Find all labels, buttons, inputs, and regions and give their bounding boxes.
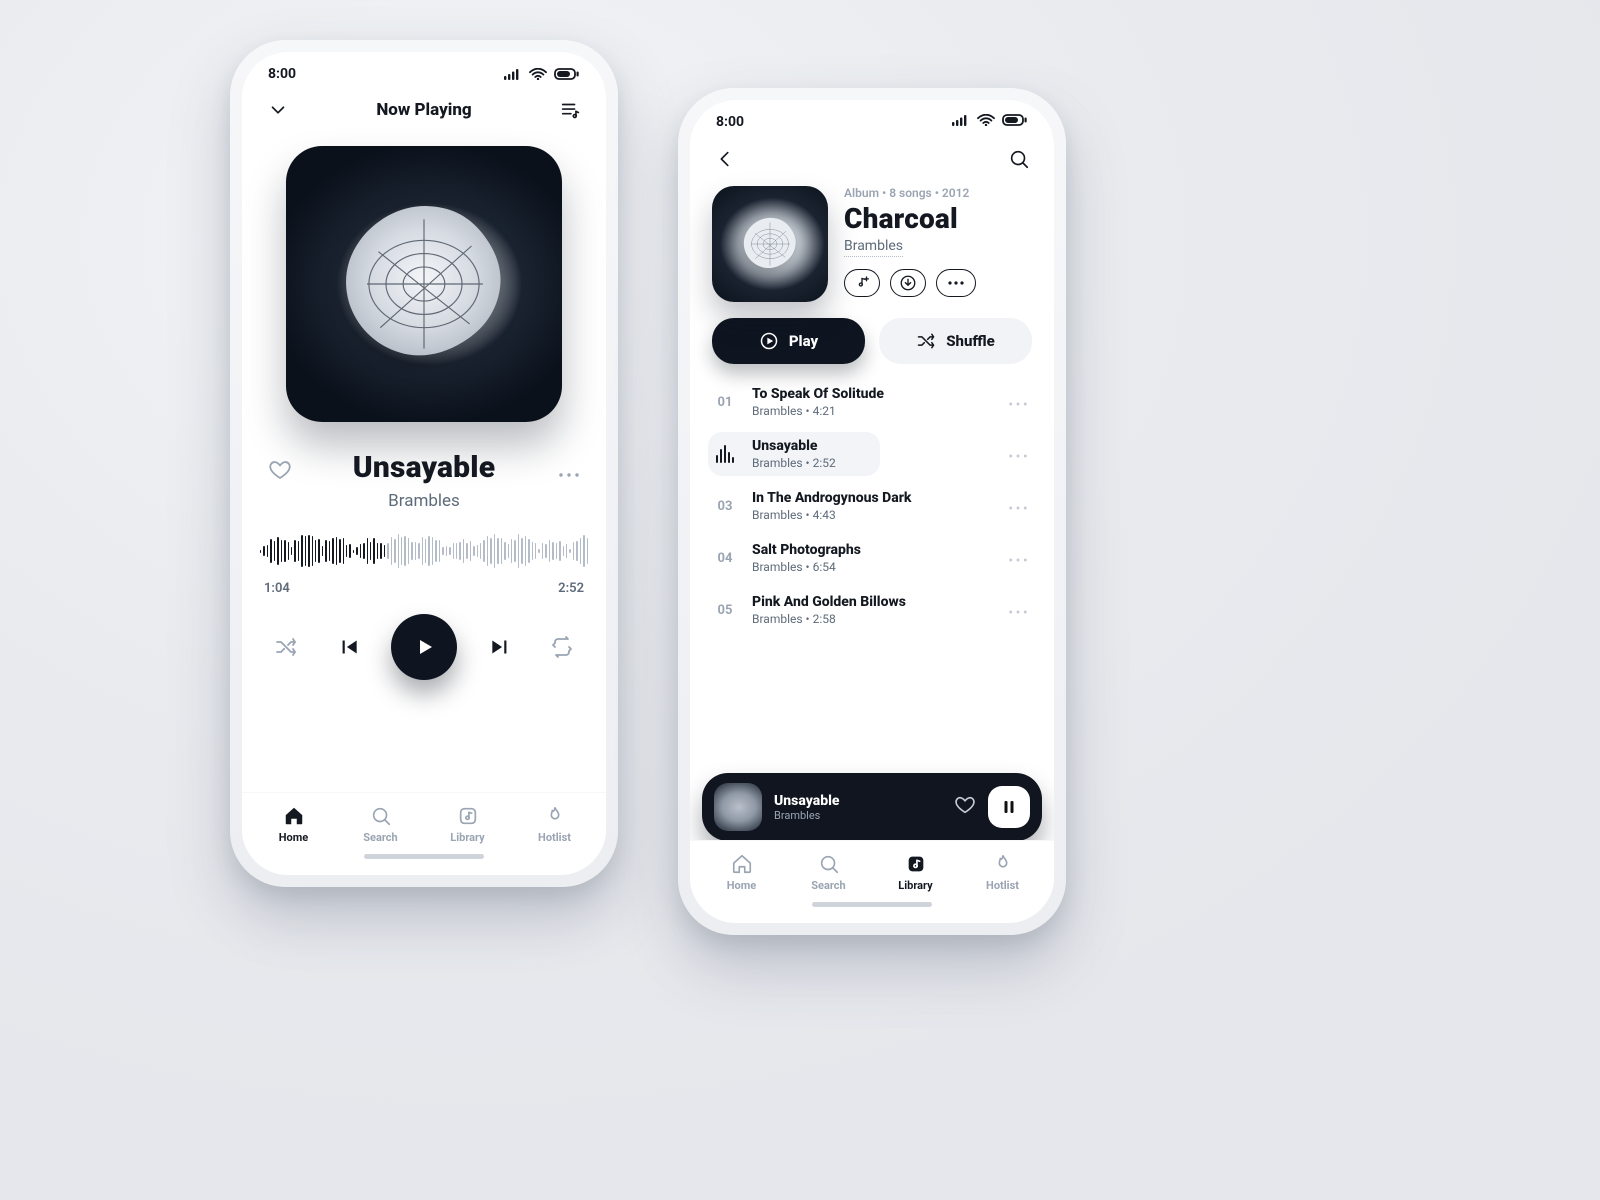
tab-home-label: Home	[250, 831, 337, 844]
previous-button[interactable]	[330, 629, 366, 665]
page-title: Now Playing	[292, 100, 556, 120]
track-title: Pink And Golden Billows	[752, 594, 906, 610]
tab-search[interactable]: Search	[785, 853, 872, 892]
tab-library[interactable]: Library	[872, 853, 959, 892]
track-artist[interactable]: Brambles	[266, 491, 582, 511]
queue-button[interactable]	[556, 96, 584, 124]
mini-art	[714, 783, 762, 831]
track-more-button[interactable]	[1008, 601, 1032, 620]
tab-search-label: Search	[785, 879, 872, 892]
track-more-button[interactable]	[1008, 445, 1032, 464]
track-row[interactable]: 05 Pink And Golden Billows Brambles • 2:58	[700, 584, 1044, 636]
status-bar: 8:00	[242, 52, 606, 88]
more-button[interactable]	[936, 269, 976, 297]
home-indicator[interactable]	[364, 854, 484, 859]
collapse-button[interactable]	[264, 96, 292, 124]
search-button[interactable]	[1006, 146, 1032, 172]
status-time: 8:00	[268, 66, 296, 82]
tab-hotlist-label: Hotlist	[959, 879, 1046, 892]
home-indicator[interactable]	[812, 902, 932, 907]
status-time: 8:00	[716, 114, 744, 130]
track-title: Unsayable	[752, 438, 836, 454]
tab-home[interactable]: Home	[250, 805, 337, 844]
status-bar: 8:00	[690, 100, 1054, 136]
next-button[interactable]	[483, 629, 519, 665]
signal-icon	[504, 68, 522, 80]
phone-now-playing: 8:00 Now Playing	[230, 40, 618, 887]
tab-search-label: Search	[337, 831, 424, 844]
phone-album: 8:00	[678, 88, 1066, 935]
shuffle-label: Shuffle	[946, 332, 995, 350]
tab-hotlist[interactable]: Hotlist	[511, 805, 598, 844]
track-more-button[interactable]	[1008, 393, 1032, 412]
track-row[interactable]: 01 To Speak Of Solitude Brambles • 4:21	[700, 376, 1044, 428]
wifi-icon	[529, 68, 547, 80]
track-sub: Brambles • 4:43	[752, 508, 911, 522]
track-sub: Brambles • 2:58	[752, 612, 906, 626]
track-row[interactable]: Unsayable Brambles • 2:52	[700, 428, 1044, 480]
album-artist[interactable]: Brambles	[844, 238, 903, 257]
track-title: To Speak Of Solitude	[752, 386, 884, 402]
track-more-button[interactable]	[1008, 549, 1032, 568]
tab-library-label: Library	[872, 879, 959, 892]
favorite-button[interactable]	[268, 458, 292, 486]
tab-search[interactable]: Search	[337, 805, 424, 844]
shuffle-button[interactable]	[268, 629, 304, 665]
track-sub: Brambles • 2:52	[752, 456, 836, 470]
tab-library[interactable]: Library	[424, 805, 511, 844]
battery-icon	[554, 68, 580, 80]
time-duration: 2:52	[558, 581, 584, 596]
album-art	[286, 146, 562, 422]
play-label: Play	[789, 332, 818, 350]
add-to-library-button[interactable]	[844, 269, 880, 297]
track-title: Salt Photographs	[752, 542, 861, 558]
album-cover	[712, 186, 828, 302]
signal-icon	[952, 114, 970, 130]
tab-home-label: Home	[698, 879, 785, 892]
track-index: 05	[712, 603, 738, 618]
mini-track: Unsayable	[774, 793, 839, 809]
wifi-icon	[977, 114, 995, 130]
battery-icon	[1002, 114, 1028, 130]
play-album-button[interactable]: Play	[712, 318, 865, 364]
tab-bar: Home Search Library Hotlist	[242, 792, 606, 875]
track-row[interactable]: 04 Salt Photographs Brambles • 6:54	[700, 532, 1044, 584]
track-title: In The Androgynous Dark	[752, 490, 911, 506]
mini-pause-button[interactable]	[988, 786, 1030, 828]
download-button[interactable]	[890, 269, 926, 297]
track-index: 01	[712, 395, 738, 410]
tab-hotlist[interactable]: Hotlist	[959, 853, 1046, 892]
track-list: 01 To Speak Of Solitude Brambles • 4:21 Uns…	[690, 370, 1054, 636]
track-index: 04	[712, 551, 738, 566]
tab-bar: Home Search Library Hotlist	[690, 840, 1054, 923]
mini-player[interactable]: Unsayable Brambles	[702, 773, 1042, 841]
shuffle-album-button[interactable]: Shuffle	[879, 318, 1032, 364]
tab-home[interactable]: Home	[698, 853, 785, 892]
track-more-button[interactable]	[1008, 497, 1032, 516]
repeat-button[interactable]	[544, 629, 580, 665]
track-title: Unsayable	[266, 450, 582, 485]
waveform-scrubber[interactable]	[260, 527, 588, 575]
time-elapsed: 1:04	[264, 581, 290, 596]
track-row[interactable]: 03 In The Androgynous Dark Brambles • 4:43	[700, 480, 1044, 532]
track-sub: Brambles • 4:21	[752, 404, 884, 418]
mini-artist: Brambles	[774, 809, 839, 822]
mini-favorite-button[interactable]	[954, 794, 976, 820]
album-meta: Album • 8 songs • 2012	[844, 186, 976, 200]
track-index: 03	[712, 499, 738, 514]
more-button[interactable]	[558, 464, 580, 483]
play-button[interactable]	[391, 614, 457, 680]
album-title: Charcoal	[844, 202, 976, 235]
tab-library-label: Library	[424, 831, 511, 844]
back-button[interactable]	[712, 146, 738, 172]
track-sub: Brambles • 6:54	[752, 560, 861, 574]
tab-hotlist-label: Hotlist	[511, 831, 598, 844]
